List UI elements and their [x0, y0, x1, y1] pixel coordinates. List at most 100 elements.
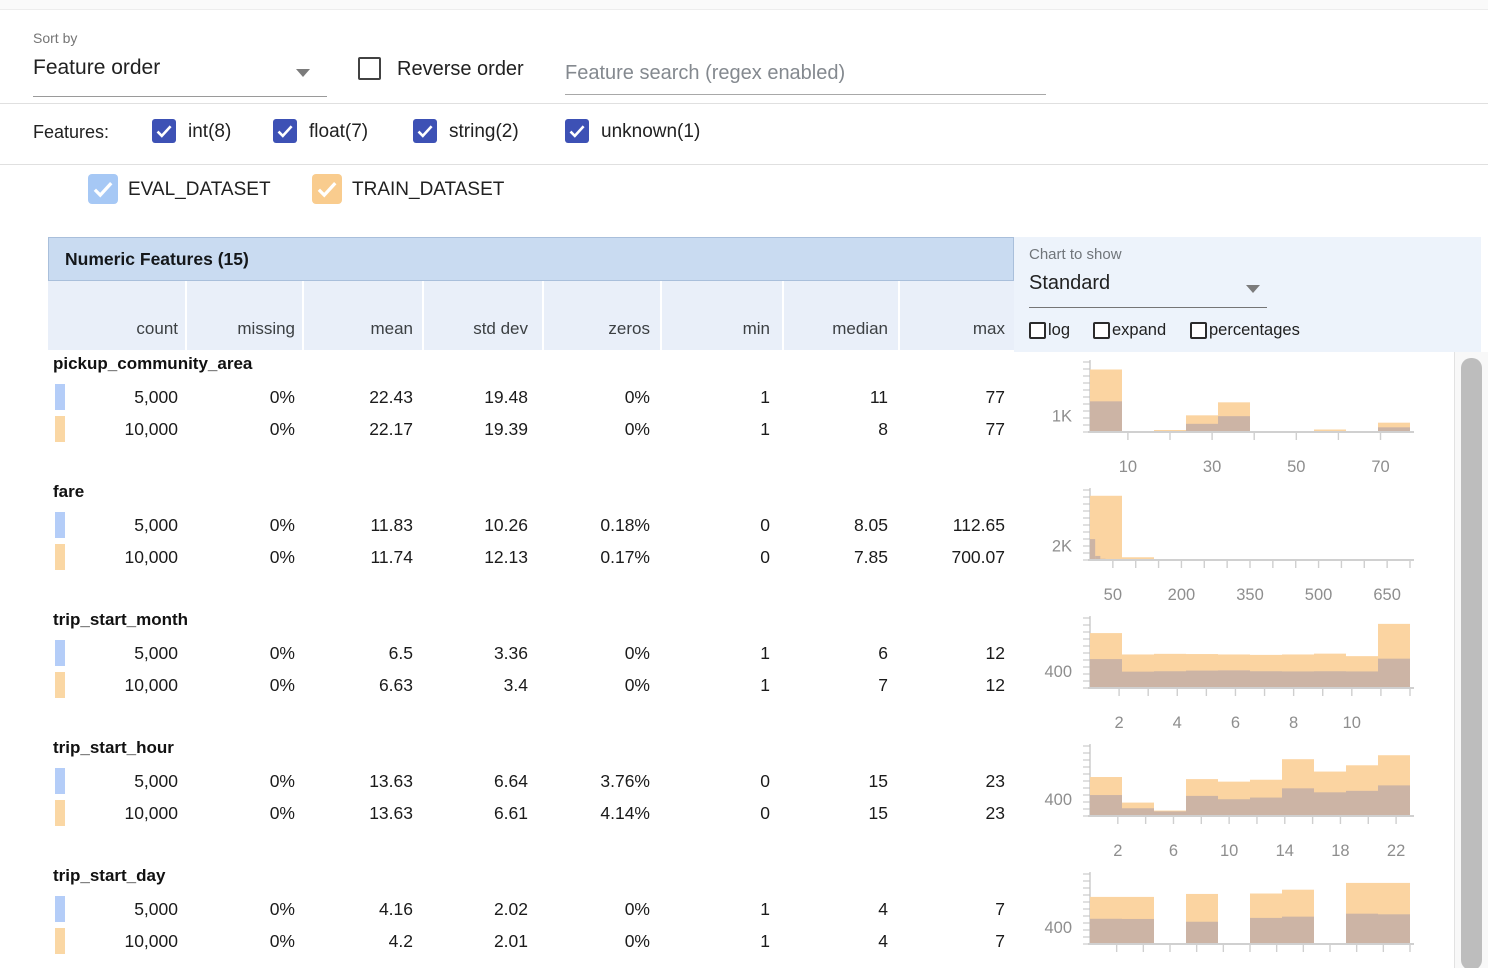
- chevron-down-icon: [296, 69, 310, 77]
- stat-cell-max: 7: [880, 927, 1005, 955]
- check-icon: [152, 119, 176, 143]
- stat-cell-min: 1: [645, 927, 770, 955]
- divider: [0, 164, 1488, 165]
- x-tick-label: 30: [1203, 458, 1221, 476]
- stat-cell-median: 4: [763, 895, 888, 923]
- type-filter-checkbox[interactable]: [273, 119, 297, 143]
- x-tick-label: 50: [1104, 586, 1122, 604]
- stat-cell-median: 8: [763, 415, 888, 443]
- y-axis-label: 1K: [1052, 407, 1072, 425]
- x-tick-label: 10: [1220, 842, 1238, 860]
- stat-cell-median: 6: [763, 639, 888, 667]
- y-axis-label: 400: [1044, 919, 1072, 937]
- x-tick-label: 650: [1373, 586, 1401, 604]
- stat-cell-count: 5,000: [53, 383, 178, 411]
- x-tick-label: 500: [1305, 586, 1333, 604]
- column-header-count: count: [58, 319, 178, 343]
- reverse-order-checkbox[interactable]: [358, 57, 381, 80]
- type-filter-label: string(2): [449, 121, 519, 143]
- feature-group-fare: fare5,0000%11.8310.260.18%08.05112.6510,…: [48, 480, 1014, 608]
- stat-cell-std-dev: 2.01: [403, 927, 528, 955]
- stat-cell-missing: 0%: [170, 415, 295, 443]
- stat-cell-min: 1: [645, 383, 770, 411]
- x-tick-label: 2: [1114, 714, 1123, 732]
- type-filter-label: int(8): [188, 121, 231, 143]
- stat-cell-min: 0: [645, 799, 770, 827]
- stat-cell-std-dev: 3.4: [403, 671, 528, 699]
- y-axis-label: 400: [1044, 663, 1072, 681]
- stat-cell-zeros: 4.14%: [525, 799, 650, 827]
- stat-cell-missing: 0%: [170, 927, 295, 955]
- scrollbar-thumb[interactable]: [1461, 358, 1482, 968]
- x-tick-label: 6: [1169, 842, 1178, 860]
- stat-cell-count: 10,000: [53, 543, 178, 571]
- chart-option-checkbox-log[interactable]: [1029, 322, 1046, 339]
- chart-controls-panel: Chart to show Standard logexpandpercenta…: [1014, 237, 1481, 352]
- stat-cell-max: 7: [880, 895, 1005, 923]
- stat-cell-max: 12: [880, 639, 1005, 667]
- histogram-pickup_community_area: 103050701K: [1014, 352, 1484, 480]
- x-tick-label: 200: [1168, 586, 1196, 604]
- x-tick-label: 14: [1276, 842, 1294, 860]
- stat-cell-min: 0: [645, 511, 770, 539]
- chart-option-label: log: [1048, 321, 1070, 340]
- chart-option-label: expand: [1112, 321, 1166, 340]
- stat-cell-max: 23: [880, 799, 1005, 827]
- stat-cell-missing: 0%: [170, 671, 295, 699]
- stat-cell-mean: 22.17: [288, 415, 413, 443]
- stat-cell-missing: 0%: [170, 543, 295, 571]
- stat-cell-mean: 6.63: [288, 671, 413, 699]
- stat-cell-median: 15: [763, 767, 888, 795]
- scrollbar-track[interactable]: [1454, 352, 1488, 968]
- search-input[interactable]: [565, 52, 1046, 95]
- facets-overview-app: Sort by Feature order Reverse order Feat…: [0, 0, 1488, 968]
- column-header-mean: mean: [293, 319, 413, 343]
- stat-cell-min: 1: [645, 639, 770, 667]
- stat-cell-count: 10,000: [53, 799, 178, 827]
- type-filter-checkbox[interactable]: [565, 119, 589, 143]
- feature-group-trip_start_month: trip_start_month5,0000%6.53.360%161210,0…: [48, 608, 1014, 736]
- train-dataset-label: TRAIN_DATASET: [352, 179, 504, 201]
- train-dataset-checkbox[interactable]: [312, 174, 342, 204]
- stat-cell-mean: 22.43: [288, 383, 413, 411]
- type-filter-checkbox[interactable]: [152, 119, 176, 143]
- chart-select-underline: [1029, 307, 1267, 308]
- stat-cell-count: 10,000: [53, 415, 178, 443]
- stat-cell-std-dev: 19.48: [403, 383, 528, 411]
- stat-cell-min: 0: [645, 543, 770, 571]
- type-filter-checkbox[interactable]: [413, 119, 437, 143]
- stat-cell-mean: 4.16: [288, 895, 413, 923]
- stat-cell-median: 8.05: [763, 511, 888, 539]
- chart-type-select[interactable]: Standard: [1029, 272, 1110, 295]
- stat-cell-max: 12: [880, 671, 1005, 699]
- stat-cell-zeros: 0.18%: [525, 511, 650, 539]
- stat-cell-max: 23: [880, 767, 1005, 795]
- sort-by-select[interactable]: Feature order: [33, 56, 327, 96]
- sort-by-underline: [33, 96, 327, 97]
- stat-cell-mean: 13.63: [288, 799, 413, 827]
- column-header-zeros: zeros: [530, 319, 650, 343]
- x-tick-label: 2: [1113, 842, 1122, 860]
- reverse-order-label: Reverse order: [397, 58, 524, 81]
- divider: [0, 103, 1488, 104]
- feature-group-pickup_community_area: pickup_community_area5,0000%22.4319.480%…: [48, 352, 1014, 480]
- feature-group-trip_start_hour: trip_start_hour5,0000%13.636.643.76%0152…: [48, 736, 1014, 864]
- stat-cell-missing: 0%: [170, 383, 295, 411]
- chart-option-checkbox-percentages[interactable]: [1190, 322, 1207, 339]
- stat-cell-zeros: 0%: [525, 415, 650, 443]
- chart-to-show-label: Chart to show: [1029, 246, 1122, 263]
- chart-option-checkbox-expand[interactable]: [1093, 322, 1110, 339]
- sort-by-label: Sort by: [33, 30, 77, 46]
- x-tick-label: 50: [1287, 458, 1305, 476]
- histogram-trip_start_day: 400: [1014, 864, 1484, 968]
- top-strip: [0, 0, 1488, 10]
- feature-group-trip_start_day: trip_start_day5,0000%4.162.020%14710,000…: [48, 864, 1014, 968]
- column-header-max: max: [885, 319, 1005, 343]
- check-icon: [88, 174, 118, 204]
- x-tick-label: 350: [1236, 586, 1264, 604]
- stat-cell-zeros: 0.17%: [525, 543, 650, 571]
- stat-cell-zeros: 0%: [525, 895, 650, 923]
- eval-dataset-checkbox[interactable]: [88, 174, 118, 204]
- column-header-min: min: [650, 319, 770, 343]
- stat-cell-std-dev: 19.39: [403, 415, 528, 443]
